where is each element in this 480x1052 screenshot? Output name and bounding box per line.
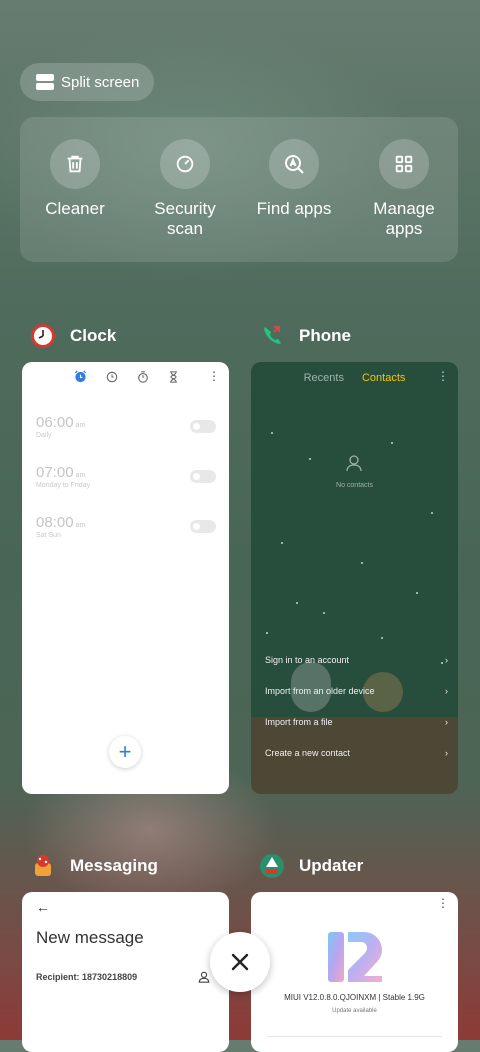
messaging-app-card[interactable]: ← New message Recipient: 18730218809 xyxy=(22,892,229,1052)
trash-icon xyxy=(50,139,100,189)
grid-icon xyxy=(379,139,429,189)
world-clock-icon[interactable] xyxy=(106,371,118,383)
alarm-toggle[interactable] xyxy=(190,470,216,483)
scan-icon xyxy=(160,139,210,189)
clear-all-button[interactable] xyxy=(210,932,270,992)
timer-icon[interactable] xyxy=(168,370,179,383)
alarm-repeat: Daily xyxy=(36,432,52,439)
updater-more-icon[interactable]: ⋮ xyxy=(437,897,449,909)
tab-recents[interactable]: Recents xyxy=(304,372,344,384)
alarm-toggle[interactable] xyxy=(190,420,216,433)
find-apps-label: Find apps xyxy=(256,199,332,218)
alarm-repeat: Sat Sun xyxy=(36,532,61,539)
contact-icon xyxy=(345,454,363,477)
menu-create-contact[interactable]: Create a new contact › xyxy=(265,748,448,758)
messaging-app-header[interactable]: Messaging xyxy=(30,853,158,879)
alarm-time: 06:00 xyxy=(36,414,74,431)
find-apps-icon xyxy=(269,139,319,189)
recipient-label: Recipient: xyxy=(36,972,80,982)
miui-version: MIUI V12.0.8.0.QJOINXM | Stable 1.9G xyxy=(284,993,425,1002)
alarm-toggle[interactable] xyxy=(190,520,216,533)
clock-app-card[interactable]: ⋮ 06:00 am Daily 07:00 am Monday to Friday… xyxy=(22,362,229,794)
alarm-time: 07:00 xyxy=(36,464,74,481)
split-screen-label: Split screen xyxy=(61,73,140,91)
security-scan-label: Security scan xyxy=(154,199,216,238)
find-apps-button[interactable]: Find apps xyxy=(239,139,349,219)
menu-label: Import from a file xyxy=(265,717,333,727)
chevron-right-icon: › xyxy=(445,717,448,727)
cleaner-button[interactable]: Cleaner xyxy=(20,139,130,219)
alarm-repeat: Monday to Friday xyxy=(36,482,91,489)
messaging-app-icon xyxy=(30,853,56,879)
updater-app-icon xyxy=(259,853,285,879)
recipient-field[interactable]: Recipient: 18730218809 xyxy=(36,972,137,982)
alarm-time: 08:00 xyxy=(36,514,74,531)
new-message-title: New message xyxy=(36,928,144,947)
split-screen-button[interactable]: Split screen xyxy=(20,63,154,101)
alarm-icon[interactable] xyxy=(74,370,87,383)
no-contacts-text: No contacts xyxy=(336,482,373,489)
menu-sign-in[interactable]: Sign in to an account › xyxy=(265,655,448,665)
alarm-ampm: am xyxy=(75,422,86,429)
menu-import-older-device[interactable]: Import from an older device › xyxy=(265,686,448,696)
cleaner-label: Cleaner xyxy=(45,199,105,218)
quick-actions-panel: Cleaner Security scan Find apps Manage a… xyxy=(20,117,458,262)
menu-label: Sign in to an account xyxy=(265,655,350,665)
close-icon xyxy=(231,953,249,971)
stopwatch-icon[interactable] xyxy=(137,370,149,383)
chevron-right-icon: › xyxy=(445,686,448,696)
chevron-right-icon: › xyxy=(445,655,448,665)
menu-label: Create a new contact xyxy=(265,748,351,758)
phone-app-name: Phone xyxy=(299,326,351,345)
manage-apps-label: Manage apps xyxy=(373,199,435,238)
tab-contacts[interactable]: Contacts xyxy=(362,372,405,384)
split-screen-icon xyxy=(36,74,54,90)
miui-12-logo xyxy=(328,930,382,989)
menu-label: Import from an older device xyxy=(265,686,375,696)
alarm-row[interactable]: 07:00 am Monday to Friday xyxy=(36,464,216,489)
phone-app-header[interactable]: Phone xyxy=(259,323,351,349)
divider xyxy=(267,1036,442,1037)
recipient-value: 18730218809 xyxy=(82,972,138,982)
alarm-row[interactable]: 06:00 am Daily xyxy=(36,414,216,439)
back-arrow-icon[interactable]: ← xyxy=(36,899,50,915)
updater-app-card[interactable]: ⋮ MIUI V12.0.8.0.QJOINXM | Stable 1.9G U… xyxy=(251,892,458,1052)
add-alarm-button[interactable]: + xyxy=(109,736,141,768)
alarm-row[interactable]: 08:00 am Sat Sun xyxy=(36,514,216,539)
update-status: Update available xyxy=(332,1008,377,1014)
security-scan-button[interactable]: Security scan xyxy=(130,139,240,239)
clock-tabs xyxy=(74,370,179,383)
alarm-ampm: am xyxy=(75,522,86,529)
add-contact-icon[interactable] xyxy=(198,970,210,988)
manage-apps-button[interactable]: Manage apps xyxy=(349,139,459,239)
clock-more-icon[interactable]: ⋮ xyxy=(208,370,220,382)
phone-app-card[interactable]: Recents Contacts ⋮ No contacts Sign in t… xyxy=(251,362,458,794)
chevron-right-icon: › xyxy=(445,748,448,758)
messaging-app-name: Messaging xyxy=(70,856,158,875)
clock-app-header[interactable]: Clock xyxy=(30,323,116,349)
menu-import-file[interactable]: Import from a file › xyxy=(265,717,448,727)
phone-more-icon[interactable]: ⋮ xyxy=(437,370,449,382)
clock-app-icon xyxy=(30,323,56,349)
updater-app-name: Updater xyxy=(299,856,364,875)
phone-app-icon xyxy=(259,323,285,349)
clock-app-name: Clock xyxy=(70,326,117,345)
updater-app-header[interactable]: Updater xyxy=(259,853,363,879)
alarm-ampm: am xyxy=(75,472,86,479)
phone-tabs: Recents Contacts xyxy=(251,372,458,384)
